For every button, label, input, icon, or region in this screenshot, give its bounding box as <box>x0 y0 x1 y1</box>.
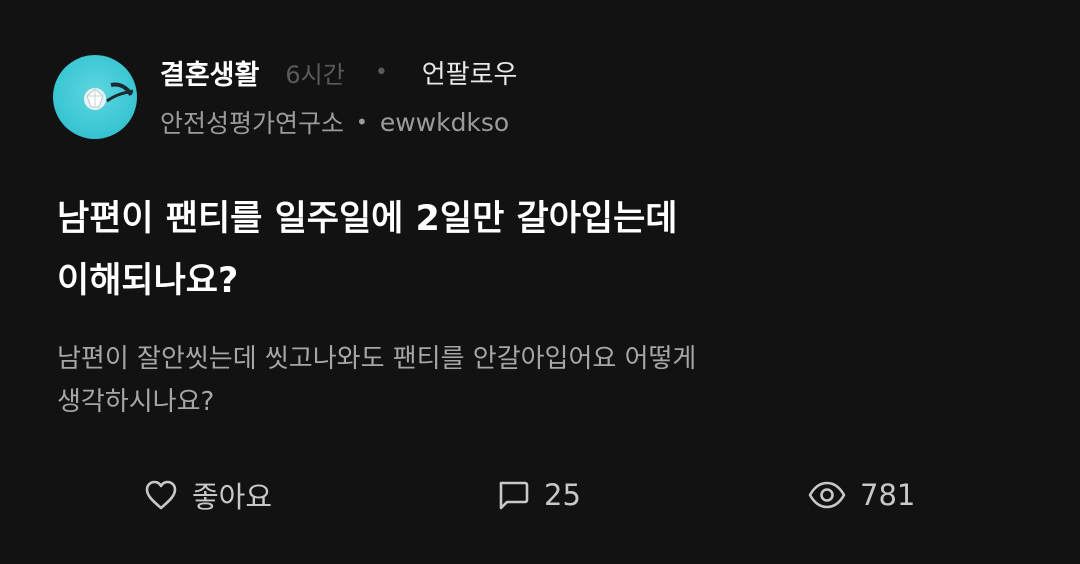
username[interactable]: ewwkdkso <box>380 108 509 137</box>
unfollow-button[interactable]: 언팔로우 <box>422 54 518 91</box>
chat-bubble-icon <box>499 481 529 510</box>
comment-button[interactable]: 25 <box>496 470 581 520</box>
post-title-line: 남편이 팬티를 일주일에 2일만 갈아입는데 <box>57 199 678 239</box>
avatar[interactable] <box>53 55 137 139</box>
post-body-line: 생각하시나요? <box>57 387 215 417</box>
post-body[interactable]: 남편이 잘안씻는데 씻고나와도 팬티를 안갈아입어요 어떻게 생각하시나요? <box>57 338 957 424</box>
post-actions: 좋아요 25 781 <box>0 470 1080 520</box>
like-label: 좋아요 <box>192 480 273 514</box>
separator-dot: • <box>374 59 388 85</box>
company-name[interactable]: 안전성평가연구소 <box>160 104 344 140</box>
ring-image-icon <box>84 82 134 110</box>
heart-outline-icon <box>145 480 177 510</box>
category-link[interactable]: 결혼생활 <box>160 53 259 92</box>
view-count-display: 781 <box>808 470 915 520</box>
post-time: 6시간 <box>285 60 345 89</box>
like-button[interactable]: 좋아요 <box>144 470 272 520</box>
post-body-line: 남편이 잘안씻는데 씻고나와도 팬티를 안갈아입어요 어떻게 <box>57 344 697 374</box>
post-card[interactable]: 결혼생활 6시간 • 언팔로우 안전성평가연구소 • ewwkdkso 남편이 … <box>0 0 1080 564</box>
post-meta-author: 안전성평가연구소 • ewwkdkso <box>160 104 509 140</box>
post-title-line: 이해되나요? <box>57 261 239 301</box>
post-meta-primary: 결혼생활 6시간 • 언팔로우 <box>160 53 518 92</box>
post-title[interactable]: 남편이 팬티를 일주일에 2일만 갈아입는데 이해되나요? <box>57 188 937 312</box>
view-count: 781 <box>860 478 916 512</box>
eye-icon <box>808 481 846 509</box>
comment-count: 25 <box>544 478 581 512</box>
separator-dot: • <box>356 110 368 134</box>
